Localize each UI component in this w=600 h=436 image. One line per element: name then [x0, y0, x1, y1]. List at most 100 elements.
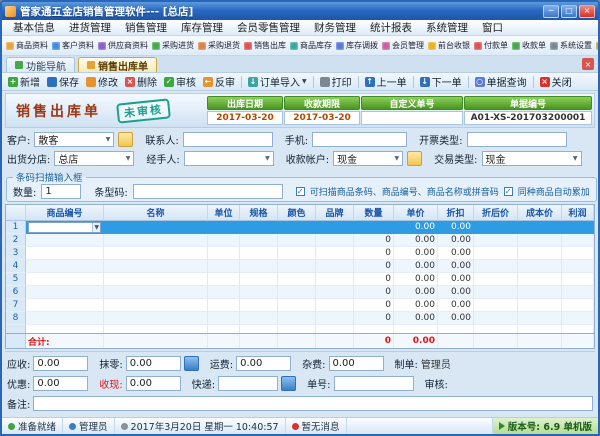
- express-field[interactable]: [218, 376, 278, 391]
- minimize-button[interactable]: ─: [543, 5, 559, 18]
- toolbar-button-settings[interactable]: 系统设置: [548, 38, 594, 54]
- misc-fee-field[interactable]: 0.00: [329, 356, 384, 371]
- total-label: 合计:: [26, 334, 104, 348]
- express-lookup-button[interactable]: [281, 376, 296, 391]
- tracking-no-field[interactable]: [334, 376, 414, 391]
- action-edit-button[interactable]: 修改: [83, 74, 121, 89]
- scan-option-checkbox[interactable]: ✓: [296, 187, 305, 196]
- datetime-text: 2017年3月20日 星期一 10:40:57: [131, 419, 279, 433]
- toolbar-button-customer[interactable]: 客户资料: [50, 38, 96, 54]
- toolbar-button-supplier[interactable]: 供应商资料: [96, 38, 150, 54]
- action-query-button[interactable]: ○单据查询: [472, 74, 530, 89]
- chevron-down-icon: ▼: [106, 136, 111, 143]
- tab-function-nav[interactable]: 功能导航: [6, 57, 75, 72]
- due-date-field[interactable]: 2017-03-20: [284, 111, 360, 125]
- sales-out-icon: [244, 42, 252, 50]
- toolbar-button-sales-out[interactable]: 销售出库: [242, 38, 288, 54]
- custom-no-field[interactable]: [361, 111, 463, 125]
- menu-item-report-stats[interactable]: 统计报表: [363, 20, 419, 35]
- table-row-3[interactable]: 300.000.00: [6, 247, 594, 260]
- separator: [313, 76, 314, 88]
- status-datetime-segment: 2017年3月20日 星期一 10:40:57: [115, 418, 286, 434]
- toolbar-button-member[interactable]: 会员管理: [380, 38, 426, 54]
- table-row-4[interactable]: 400.000.00: [6, 260, 594, 273]
- menu-item-inventory-mgmt[interactable]: 库存管理: [174, 20, 230, 35]
- mobile-field[interactable]: [312, 132, 407, 147]
- toolbar-button-cashier[interactable]: 前台收银: [426, 38, 472, 54]
- freight-field[interactable]: 0.00: [236, 356, 291, 371]
- action-print-button[interactable]: 打印: [317, 74, 355, 89]
- barcode-qty-field[interactable]: 1: [41, 184, 81, 199]
- customer-lookup-button[interactable]: [118, 132, 133, 147]
- action-approve-button[interactable]: ✓审核: [161, 74, 199, 89]
- table-filler: [6, 325, 594, 333]
- delete-icon: ×: [125, 77, 135, 87]
- menu-item-sales-mgmt[interactable]: 销售管理: [118, 20, 174, 35]
- clock-icon: [121, 423, 128, 430]
- close-button[interactable]: ×: [579, 5, 595, 18]
- account-select[interactable]: 现金▼: [333, 151, 403, 166]
- scan-option-label: 可扫描商品条码、商品编号、商品名称或拼音码: [310, 185, 499, 198]
- menu-item-purchase-mgmt[interactable]: 进货管理: [62, 20, 118, 35]
- action-prev-button[interactable]: ↑上一单: [362, 74, 410, 89]
- cashier-icon: [428, 42, 436, 50]
- table-row-2[interactable]: 200.000.00: [6, 234, 594, 247]
- table-row-1[interactable]: 1▼0.000.00: [6, 221, 594, 234]
- express-label: 快递:: [192, 376, 215, 391]
- toolbar-button-payment[interactable]: 付款单: [472, 38, 510, 54]
- due-date-header: 收款期限: [284, 96, 360, 110]
- contact-field[interactable]: [183, 132, 273, 147]
- action-close-button[interactable]: ×关闭: [537, 74, 575, 89]
- invoice-type-field[interactable]: [467, 132, 567, 147]
- action-delete-button[interactable]: ×删除: [122, 74, 160, 89]
- barcode-label: 条型码:: [94, 184, 127, 199]
- rounding-button[interactable]: [184, 356, 199, 371]
- table-row-6[interactable]: 600.000.00: [6, 286, 594, 299]
- table-row-7[interactable]: 700.000.00: [6, 299, 594, 312]
- remark-field[interactable]: [33, 396, 593, 411]
- action-unapprove-button[interactable]: ←反审: [200, 74, 238, 89]
- doc-no-field[interactable]: A01-XS-201703200001: [464, 111, 592, 125]
- maximize-button[interactable]: □: [561, 5, 577, 18]
- discount-field[interactable]: 0.00: [33, 376, 88, 391]
- barcode-input[interactable]: [133, 184, 283, 199]
- toolbar-button-receipt[interactable]: 收款单: [510, 38, 548, 54]
- action-add-button[interactable]: +新增: [5, 74, 43, 89]
- toolbar-button-transfer[interactable]: 库存调拨: [334, 38, 380, 54]
- column-header: 商品编号: [26, 205, 104, 221]
- table-row-5[interactable]: 500.000.00: [6, 273, 594, 286]
- tab-sales-order[interactable]: 销售出库单: [78, 57, 157, 72]
- toolbar-button-stock[interactable]: 商品库存: [288, 38, 334, 54]
- accumulate-checkbox[interactable]: ✓: [504, 187, 513, 196]
- tab-close-button[interactable]: ×: [582, 58, 594, 70]
- menu-item-finance-mgmt[interactable]: 财务管理: [307, 20, 363, 35]
- toolbar-button-purchase-in[interactable]: 采购进货: [150, 38, 196, 54]
- trade-type-select[interactable]: 现金▼: [482, 151, 582, 166]
- cash-received-field[interactable]: 0.00: [126, 376, 181, 391]
- menu-item-member-retail-mgmt[interactable]: 会员零售管理: [230, 20, 307, 35]
- table-row-8[interactable]: 800.000.00: [6, 312, 594, 325]
- toolbar-button-purchase-return[interactable]: 采购退货: [196, 38, 242, 54]
- table-total-row: 合计: 0 0.00: [6, 333, 594, 348]
- rounding-field[interactable]: 0.00: [126, 356, 181, 371]
- action-save-button[interactable]: 保存: [44, 74, 82, 89]
- branch-select[interactable]: 总店▼: [54, 151, 134, 166]
- action-import-button[interactable]: ↓订单导入▼: [245, 74, 310, 89]
- product-code-combobox[interactable]: ▼: [28, 222, 101, 233]
- receivable-label: 应收:: [7, 356, 30, 371]
- toolbar-button-password[interactable]: 修改密码: [594, 38, 598, 54]
- column-header: 规格: [240, 205, 278, 221]
- status-ready-segment: 准备就绪: [2, 418, 63, 434]
- action-next-button[interactable]: ↓下一单: [417, 74, 465, 89]
- menu-item-basic-info[interactable]: 基本信息: [6, 20, 62, 35]
- status-message-segment[interactable]: 暂无消息: [286, 418, 347, 434]
- menu-item-system-mgmt[interactable]: 系统管理: [419, 20, 475, 35]
- receivable-field[interactable]: 0.00: [33, 356, 88, 371]
- window-title: 管家通五金店销售管理软件--- [总店]: [20, 4, 539, 19]
- handler-select[interactable]: ▼: [184, 151, 274, 166]
- customer-field[interactable]: 散客▼: [34, 132, 114, 147]
- toolbar-button-product[interactable]: 商品资料: [4, 38, 50, 54]
- account-lookup-button[interactable]: [407, 151, 422, 166]
- out-date-field[interactable]: 2017-03-20: [207, 111, 283, 125]
- menu-item-window[interactable]: 窗口: [475, 20, 510, 35]
